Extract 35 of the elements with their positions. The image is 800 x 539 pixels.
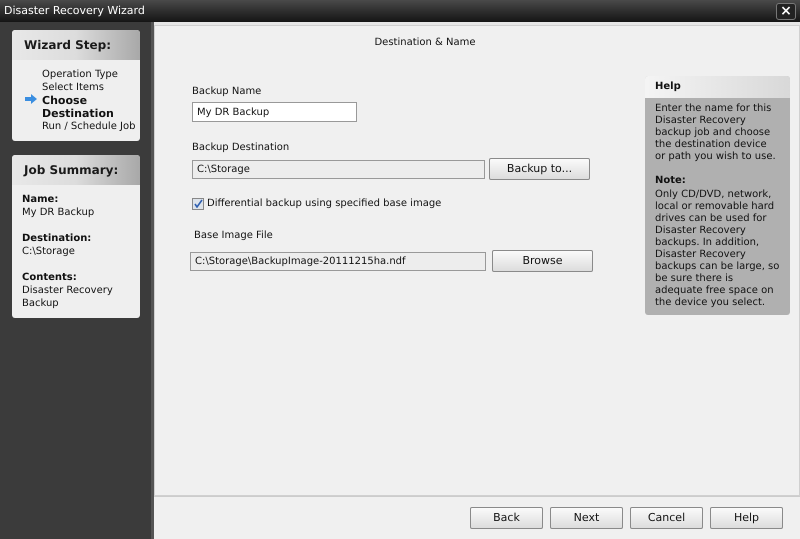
field-label: Backup Name (192, 85, 262, 99)
page-title: Destination & Name (373, 36, 477, 50)
summary-value: My DR Backup (22, 206, 96, 219)
button[interactable]: Cancel (630, 507, 703, 529)
button[interactable]: Browse (492, 250, 593, 272)
summary-value: C:\Storage (22, 245, 76, 258)
checkbox[interactable] (192, 198, 204, 210)
window-title: Disaster Recovery Wizard (4, 2, 145, 19)
summary-label: Name: (22, 193, 60, 206)
wizard-step[interactable]: Choose Destination (42, 94, 112, 120)
arrow-icon (24, 94, 38, 104)
help-text: Enter the name for this Disaster Recovery backup job and choose the destination device or path you wish to use. (655, 103, 777, 163)
input-field[interactable]: C:\Storage (192, 160, 485, 178)
summary-label: Destination: (22, 232, 92, 245)
wizard-step[interactable]: Operation Type (42, 68, 118, 81)
wizard-step[interactable]: Select Items (42, 81, 104, 94)
field-label: Base Image File (193, 229, 274, 243)
close-button[interactable]: × (776, 2, 796, 20)
summary-label: Contents: (22, 271, 78, 284)
field-label: Backup Destination (192, 141, 290, 155)
panel-header: Wizard Step: (12, 30, 140, 60)
note-text: Only CD/DVD, network, local or removable hard drives can be used for Disaster Recovery backups. In addition, Disaster Recovery backups can be large, so be sure there is adequate free space on the device you select. (655, 189, 780, 309)
note-title: Note: (655, 175, 687, 187)
checkbox-label: Differential backup using specified base image (207, 197, 442, 211)
input-field[interactable]: C:\Storage\BackupImage-20111215ha.ndf (190, 252, 486, 270)
panel-header: Job Summary: (12, 155, 140, 185)
input-field[interactable]: My DR Backup (192, 102, 357, 122)
summary-value: Disaster Recovery Backup (22, 284, 114, 310)
help-title: Help (645, 76, 790, 98)
button[interactable]: Backup to... (489, 158, 590, 180)
button[interactable]: Help (710, 507, 783, 529)
wizard-step[interactable]: Run / Schedule Job (42, 120, 136, 133)
button[interactable]: Next (550, 507, 623, 529)
button[interactable]: Back (470, 507, 543, 529)
check-icon (194, 199, 202, 208)
